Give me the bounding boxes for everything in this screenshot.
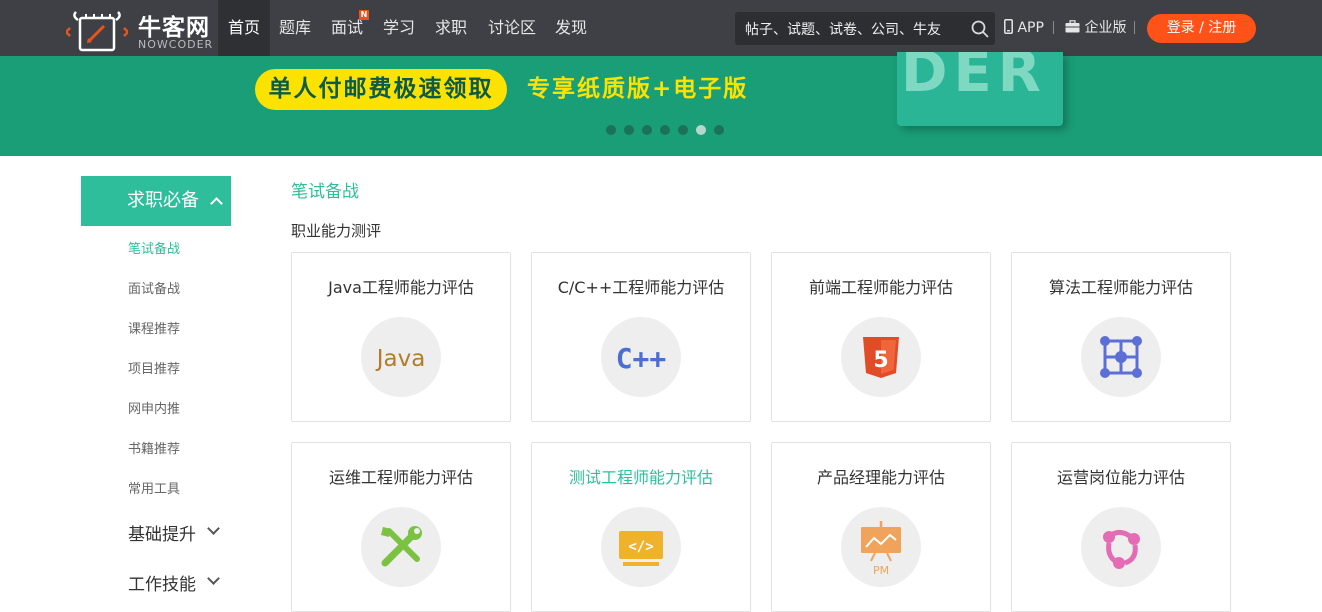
card-icon-circle: 5 (841, 317, 921, 397)
logo-icon (66, 11, 128, 52)
nav-item-jobs[interactable]: 求职 (430, 0, 472, 56)
card-icon-circle (1081, 317, 1161, 397)
mobile-icon (1004, 19, 1013, 34)
sidebar-group-label: 基础提升 (128, 525, 196, 545)
code-icon: </> (619, 531, 663, 566)
divider (1134, 21, 1135, 34)
tools-icon (381, 526, 422, 567)
enterprise-link[interactable]: 企业版 (1065, 0, 1126, 56)
html5-icon: 5 (863, 337, 899, 378)
enterprise-link-label: 企业版 (1084, 20, 1127, 36)
cpp-icon: C++ (616, 342, 667, 375)
card-title: 运维工程师能力评估 (328, 468, 473, 487)
carousel-dot[interactable] (606, 125, 616, 135)
search-box (735, 12, 995, 47)
code-icon-text: </> (628, 539, 653, 555)
section-title: 笔试备战 (291, 182, 359, 202)
assessment-card-ops[interactable]: 运维工程师能力评估 (291, 442, 511, 612)
carousel-dot-active[interactable] (696, 125, 706, 135)
card-title: 产品经理能力评估 (816, 468, 945, 487)
nav-item-discussion[interactable]: 讨论区 (482, 0, 542, 56)
promo-banner[interactable]: 单人付邮费极速领取 专享纸质版+电子版 DER (0, 52, 1322, 156)
sidebar-group-basics[interactable]: 基础提升 (128, 520, 196, 545)
card-icon-circle: PM (841, 507, 921, 587)
assessment-card-operations[interactable]: 运营岗位能力评估 (1011, 442, 1231, 612)
sidebar-head-label: 求职必备 (127, 190, 199, 211)
search-input[interactable] (743, 12, 962, 47)
card-icon-circle: </> (601, 507, 681, 587)
carousel-dot[interactable] (660, 125, 670, 135)
banner-pill: 单人付邮费极速领取 (255, 69, 507, 110)
sidebar-item-interview-prep[interactable]: 面试备战 (128, 278, 180, 297)
assessment-card-frontend[interactable]: 前端工程师能力评估 5 (771, 252, 991, 422)
html5-icon-text: 5 (873, 348, 888, 373)
briefcase-icon (1065, 20, 1080, 33)
sidebar-group-work-skills[interactable]: 工作技能 (128, 570, 196, 595)
assessment-card-java[interactable]: Java工程师能力评估 Java (291, 252, 511, 422)
sidebar-head-job-prep[interactable]: 求职必备 (81, 176, 231, 226)
top-navbar: 牛客网 NOWCODER 首页 题库 面试 N 学习 求职 讨论区 发现 APP… (0, 0, 1322, 56)
sidebar-item-referrals[interactable]: 网申内推 (128, 398, 180, 417)
assessment-card-pm[interactable]: 产品经理能力评估 PM (771, 442, 991, 612)
pm-icon: PM (861, 521, 901, 577)
carousel-dot[interactable] (642, 125, 652, 135)
logo-text: 牛客网 (138, 15, 210, 41)
card-icon-circle: Java (361, 317, 441, 397)
card-icon-circle (1081, 507, 1161, 587)
card-title: 测试工程师能力评估 (568, 468, 713, 487)
book-cover-letters: DER (901, 52, 1047, 105)
cpp-icon-text: C++ (616, 342, 667, 375)
assessment-card-algorithm[interactable]: 算法工程师能力评估 (1011, 252, 1231, 422)
sidebar-item-written-test[interactable]: 笔试备战 (128, 238, 180, 257)
login-register-button[interactable]: 登录 / 注册 (1147, 14, 1256, 43)
java-icon: Java (375, 346, 426, 372)
share-icon (1103, 529, 1140, 569)
algorithm-icon (1100, 336, 1142, 378)
card-title: C/C++工程师能力评估 (557, 278, 725, 297)
sidebar-group-label: 工作技能 (128, 575, 196, 595)
carousel-dot[interactable] (678, 125, 688, 135)
carousel-dot[interactable] (714, 125, 724, 135)
divider (1053, 21, 1054, 34)
card-icon-circle (361, 507, 441, 587)
sidebar-item-tools[interactable]: 常用工具 (128, 478, 180, 497)
banner-promo-text: 专享纸质版+电子版 (527, 76, 749, 102)
chevron-down-icon[interactable] (207, 572, 220, 585)
app-link[interactable]: APP (1004, 0, 1044, 56)
chevron-down-icon[interactable] (207, 522, 220, 535)
nav-item-discover[interactable]: 发现 (550, 0, 592, 56)
sidebar-item-projects[interactable]: 项目推荐 (128, 358, 180, 377)
assessment-card-testing[interactable]: 测试工程师能力评估 </> (531, 442, 751, 612)
search-icon[interactable] (971, 20, 989, 38)
card-icon-circle: C++ (601, 317, 681, 397)
java-icon-text: Java (375, 346, 426, 372)
pm-icon-text: PM (873, 564, 889, 577)
card-title: Java工程师能力评估 (328, 278, 474, 297)
chevron-up-icon (210, 197, 223, 210)
assessment-card-cpp[interactable]: C/C++工程师能力评估 C++ (531, 252, 751, 422)
card-title: 运营岗位能力评估 (1056, 468, 1185, 487)
carousel-dot[interactable] (624, 125, 634, 135)
nav-item-interview[interactable]: 面试 (326, 0, 368, 56)
sidebar-item-courses[interactable]: 课程推荐 (128, 318, 180, 337)
new-badge: N (359, 10, 369, 20)
book-image: DER (897, 52, 1063, 126)
nav-item-home[interactable]: 首页 (218, 0, 270, 56)
nav-item-learning[interactable]: 学习 (378, 0, 420, 56)
nav-item-question-bank[interactable]: 题库 (274, 0, 316, 56)
app-link-label: APP (1017, 20, 1044, 36)
logo-subtext: NOWCODER (138, 38, 214, 51)
subsection-title: 职业能力测评 (291, 222, 382, 240)
card-title: 前端工程师能力评估 (808, 278, 953, 297)
logo[interactable]: 牛客网 NOWCODER (66, 6, 216, 52)
sidebar-item-books[interactable]: 书籍推荐 (128, 438, 180, 457)
card-title: 算法工程师能力评估 (1048, 278, 1193, 297)
